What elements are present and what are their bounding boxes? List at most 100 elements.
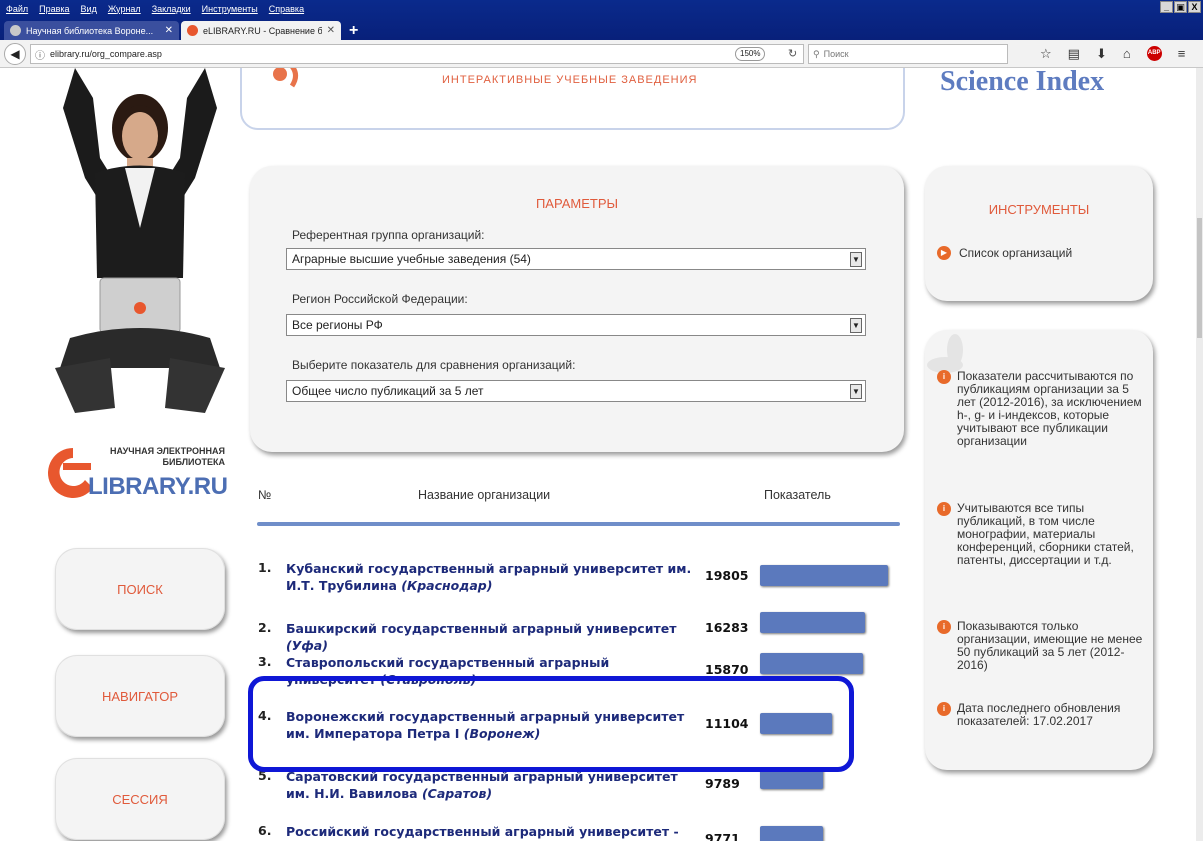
row-value: 9771 [705, 831, 740, 841]
tab-bar: Научная библиотека Вороне... ✕ eLIBRARY.… [0, 17, 1203, 40]
menu-file[interactable]: Файл [6, 4, 28, 14]
toolbar-icons: ☆ ▤ ⬇ ⌂ ABP ≡ [1040, 46, 1185, 62]
org-city: (Уфа) [286, 638, 328, 653]
info-text: Показываются только организации, имеющие… [957, 619, 1143, 672]
column-header-name[interactable]: Название организации [418, 488, 550, 502]
org-name-link[interactable]: Башкирский государственный аграрный унив… [286, 620, 696, 654]
close-tab-icon[interactable]: ✕ [327, 25, 335, 36]
scrollbar-thumb[interactable] [1197, 218, 1202, 338]
menu-history[interactable]: Журнал [108, 4, 141, 14]
page-scrollbar[interactable] [1196, 68, 1203, 841]
row-value: 15870 [705, 662, 749, 677]
parameters-panel: ПАРАМЕТРЫ Референтная группа организаций… [250, 166, 904, 452]
region-label: Регион Российской Федерации: [292, 292, 468, 306]
metric-label: Выберите показатель для сравнения органи… [292, 358, 576, 372]
info-text: Показатели рассчитываются по публикациям… [957, 369, 1142, 448]
org-name-link[interactable]: Кубанский государственный аграрный униве… [286, 560, 696, 594]
chevron-down-icon[interactable]: ▼ [850, 318, 862, 333]
row-value: 19805 [705, 568, 749, 583]
column-header-value[interactable]: Показатель [764, 488, 831, 502]
restore-button[interactable]: ▣ [1174, 1, 1187, 13]
row-number: 1. [258, 560, 272, 575]
menu-help[interactable]: Справка [269, 4, 304, 14]
info-panel: i Показатели рассчитываются по публикаци… [925, 330, 1153, 770]
logo-caption-line2: БИБЛИОТЕКА [162, 457, 225, 467]
metric-select[interactable]: Общее число публикаций за 5 лет ▼ [286, 380, 866, 402]
value-bar [760, 612, 865, 633]
url-text: elibrary.ru/org_compare.asp [50, 49, 162, 59]
navigation-bar: ◀ ⓘ elibrary.ru/org_compare.asp 150% ↻ ⚲… [0, 40, 1203, 68]
search-nav-button[interactable]: ПОИСК [55, 548, 225, 630]
menu-edit[interactable]: Правка [39, 4, 69, 14]
globe-icon [10, 25, 21, 36]
value-bar [760, 826, 823, 841]
parameters-title: ПАРАМЕТРЫ [535, 196, 619, 211]
tools-panel: ИНСТРУМЕНТЫ ▶ Список организаций [925, 166, 1153, 301]
top-banner: ИНТЕРАКТИВНЫЕ УЧЕБНЫЕ ЗАВЕДЕНИЯ [240, 68, 905, 130]
page-content: ИНТЕРАКТИВНЫЕ УЧЕБНЫЕ ЗАВЕДЕНИЯ Science … [0, 68, 1196, 841]
metric-value: Общее число публикаций за 5 лет [292, 384, 484, 398]
info-icon: i [937, 702, 951, 716]
download-icon[interactable]: ⬇ [1096, 46, 1107, 62]
session-nav-button[interactable]: СЕССИЯ [55, 758, 225, 840]
adblock-icon[interactable]: ABP [1146, 46, 1162, 61]
highlight-annotation-box [248, 676, 854, 772]
menu-hamburger-icon[interactable]: ≡ [1178, 46, 1186, 62]
value-bar [760, 653, 863, 674]
banner-text: ИНТЕРАКТИВНЫЕ УЧЕБНЫЕ ЗАВЕДЕНИЯ [442, 74, 698, 86]
back-arrow-icon[interactable]: ◀ [4, 43, 26, 65]
info-item: i Дата последнего обновления показателей… [937, 702, 1147, 728]
search-placeholder: Поиск [823, 49, 849, 59]
info-text: Дата последнего обновления показателей: … [957, 701, 1121, 728]
info-icon: i [937, 370, 951, 384]
region-select[interactable]: Все регионы РФ ▼ [286, 314, 866, 336]
url-bar[interactable]: ⓘ elibrary.ru/org_compare.asp [30, 44, 804, 64]
minimize-button[interactable]: _ [1160, 1, 1173, 13]
column-header-number: № [258, 488, 272, 502]
menu-tools[interactable]: Инструменты [202, 4, 258, 14]
info-item: i Показатели рассчитываются по публикаци… [937, 370, 1147, 448]
navigator-nav-button[interactable]: НАВИГАТОР [55, 655, 225, 737]
science-index-logo[interactable]: Science Index [940, 68, 1104, 98]
menu-bookmarks[interactable]: Закладки [152, 4, 191, 14]
browser-titlebar: Файл Правка Вид Журнал Закладки Инструме… [0, 0, 1203, 40]
person-laptop-illustration [55, 68, 225, 413]
info-icon: i [937, 502, 951, 516]
close-tab-icon[interactable]: ✕ [165, 25, 173, 36]
row-number: 3. [258, 654, 272, 669]
search-input[interactable]: ⚲ Поиск [808, 44, 1008, 64]
bookmark-star-icon[interactable]: ☆ [1040, 46, 1052, 62]
tools-title: ИНСТРУМЕНТЫ [988, 202, 1090, 217]
org-list-link[interactable]: ▶ Список организаций [937, 246, 1072, 260]
close-window-button[interactable]: X [1188, 1, 1201, 13]
tab-title: Научная библиотека Вороне... [26, 25, 154, 36]
chevron-down-icon[interactable]: ▼ [850, 252, 862, 267]
ref-group-value: Аграрные высшие учебные заведения (54) [292, 252, 531, 266]
site-info-icon[interactable]: ⓘ [35, 47, 45, 62]
reload-icon[interactable]: ↻ [788, 47, 797, 60]
info-item: i Показываются только организации, имеющ… [937, 620, 1147, 672]
org-name: Башкирский государственный аграрный унив… [286, 621, 677, 636]
ref-group-select[interactable]: Аграрные высшие учебные заведения (54) ▼ [286, 248, 866, 270]
menu-view[interactable]: Вид [81, 4, 97, 14]
zoom-level[interactable]: 150% [735, 47, 766, 61]
org-city: (Краснодар) [401, 578, 493, 593]
tab-elibrary[interactable]: eLIBRARY.RU - Сравнение б... ✕ [181, 21, 341, 40]
org-name-link[interactable]: Российский государственный аграрный унив… [286, 823, 696, 841]
reading-list-icon[interactable]: ▤ [1068, 46, 1080, 62]
org-city: (Саратов) [421, 786, 493, 801]
new-tab-icon[interactable]: + [349, 21, 358, 40]
logo-caption: НАУЧНАЯ ЭЛЕКТРОННАЯ БИБЛИОТЕКА [100, 446, 225, 468]
chevron-down-icon[interactable]: ▼ [850, 384, 862, 399]
region-value: Все регионы РФ [292, 318, 383, 332]
org-list-label: Список организаций [959, 246, 1073, 260]
logo-wordmark[interactable]: LIBRARY.RU [88, 473, 228, 501]
tab-library[interactable]: Научная библиотека Вороне... ✕ [4, 21, 179, 40]
home-icon[interactable]: ⌂ [1123, 46, 1131, 62]
info-item: i Учитываются все типы публикаций, в том… [937, 502, 1147, 567]
row-value: 16283 [705, 620, 749, 635]
org-name-link[interactable]: Саратовский государственный аграрный уни… [286, 768, 696, 802]
info-text: Учитываются все типы публикаций, в том ч… [957, 501, 1134, 567]
arrow-right-icon: ▶ [937, 246, 951, 260]
browser-menubar: Файл Правка Вид Журнал Закладки Инструме… [0, 0, 304, 17]
